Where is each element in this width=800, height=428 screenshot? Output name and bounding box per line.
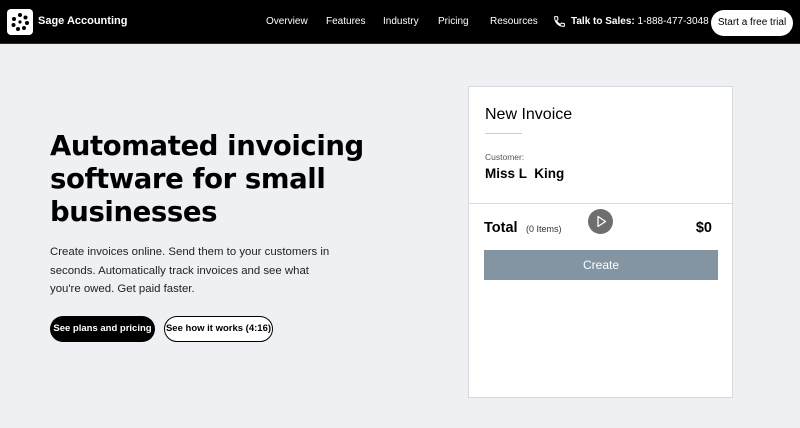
customer-name: Miss L King — [485, 166, 565, 181]
customer-label: Customer: — [485, 152, 525, 162]
invoice-card: New Invoice Customer: Miss L King Total … — [468, 86, 733, 398]
hero-headline: Automated invoicing software for small b… — [50, 130, 364, 228]
hero-subtext: Create invoices online. Send them to you… — [50, 246, 330, 295]
phone-icon — [553, 15, 566, 28]
talk-to-sales[interactable]: Talk to Sales: 1-888-477-3048 — [571, 16, 709, 27]
nav-link-features[interactable]: Features — [326, 16, 365, 27]
play-icon[interactable] — [588, 209, 613, 234]
items-count: (0 Items) — [526, 224, 562, 234]
create-button[interactable]: Create — [484, 250, 718, 280]
see-plans-button[interactable]: See plans and pricing — [50, 316, 155, 342]
divider — [469, 203, 732, 204]
total-value: $0 — [695, 220, 712, 236]
nav-link-pricing[interactable]: Pricing — [438, 16, 469, 27]
top-nav: Sage Accounting Overview Features Indust… — [0, 0, 800, 44]
nav-link-resources[interactable]: Resources — [490, 16, 538, 27]
nav-link-overview[interactable]: Overview — [266, 16, 308, 27]
sage-logo-icon[interactable] — [7, 9, 33, 35]
see-how-it-works-button[interactable]: See how it works (4:16) — [164, 316, 273, 342]
total-label: Total — [484, 220, 518, 236]
start-free-trial-button[interactable]: Start a free trial — [711, 10, 793, 36]
title-underline — [485, 133, 522, 134]
nav-link-industry[interactable]: Industry — [383, 16, 419, 27]
brand-name[interactable]: Sage Accounting — [38, 15, 127, 27]
invoice-title: New Invoice — [485, 106, 573, 123]
sales-label: Talk to Sales: — [571, 16, 635, 27]
sales-phone[interactable]: 1-888-477-3048 — [638, 16, 709, 27]
